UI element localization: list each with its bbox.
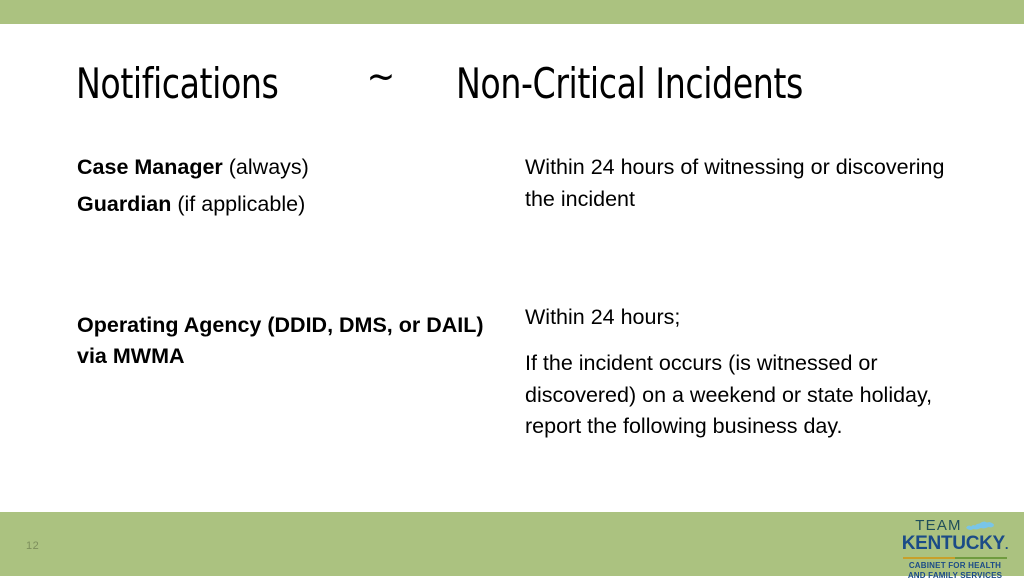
row-1-recipient-1-bold: Case Manager <box>77 155 223 179</box>
row-1-recipient-line-2: Guardian (if applicable) <box>77 189 507 220</box>
logo-trademark-dot: . <box>1004 537 1009 552</box>
row-1-timeframe-paragraph-1: Within 24 hours of witnessing or discove… <box>525 155 945 211</box>
logo-subtitle-line-2: AND FAMILY SERVICES <box>907 570 1003 580</box>
row-2-timeframe: Within 24 hours; If the incident occurs … <box>525 302 965 449</box>
row-2-timeframe-paragraph-1: Within 24 hours; <box>525 305 681 329</box>
footer-band <box>0 512 1024 576</box>
team-kentucky-chfs-logo: TEAM KENTUCKY. CABINET FOR HEALTH AND FA… <box>896 516 1014 580</box>
logo-kentucky-text: KENTUCKY. <box>896 534 1014 554</box>
row-2-recipients: Operating Agency (DDID, DMS, or DAIL) vi… <box>77 310 507 377</box>
title-left-text: Notifications <box>76 59 279 108</box>
logo-divider-rule <box>903 556 1007 559</box>
row-1-recipient-line-1: Case Manager (always) <box>77 152 507 183</box>
row-1-recipient-2-bold: Guardian <box>77 191 172 216</box>
logo-top-row: TEAM <box>896 516 1014 533</box>
row-2-recipient-1-bold: Operating Agency (DDID, DMS, or DAIL) vi… <box>77 313 484 368</box>
slide-canvas: Notifications ~ Non-Critical Incidents C… <box>0 0 1024 580</box>
page-number: 12 <box>26 540 40 552</box>
logo-subtitle: CABINET FOR HEALTH AND FAMILY SERVICES <box>896 561 1014 580</box>
title-separator-tilde: ~ <box>366 54 396 98</box>
row-1-recipients: Case Manager (always) Guardian (if appli… <box>77 152 507 225</box>
kentucky-state-outline-icon <box>965 521 994 530</box>
header-band <box>0 0 1024 24</box>
logo-kentucky-word: KENTUCKY <box>901 533 1005 554</box>
row-1-recipient-1-regular: (always) <box>222 155 309 179</box>
slide-title: Notifications ~ Non-Critical Incidents <box>76 54 976 112</box>
row-2-recipient-line-1: Operating Agency (DDID, DMS, or DAIL) vi… <box>77 310 507 371</box>
row-1-timeframe: Within 24 hours of witnessing or discove… <box>525 152 965 222</box>
logo-team-text: TEAM <box>915 517 962 534</box>
title-right-text: Non-Critical Incidents <box>455 59 803 108</box>
row-1-recipient-2-regular: (if applicable) <box>171 191 306 216</box>
content-area: Case Manager (always) Guardian (if appli… <box>0 140 1024 500</box>
logo-subtitle-line-1: CABINET FOR HEALTH <box>908 560 1002 570</box>
row-2-timeframe-paragraph-2: If the incident occurs (is witnessed or … <box>525 350 933 439</box>
